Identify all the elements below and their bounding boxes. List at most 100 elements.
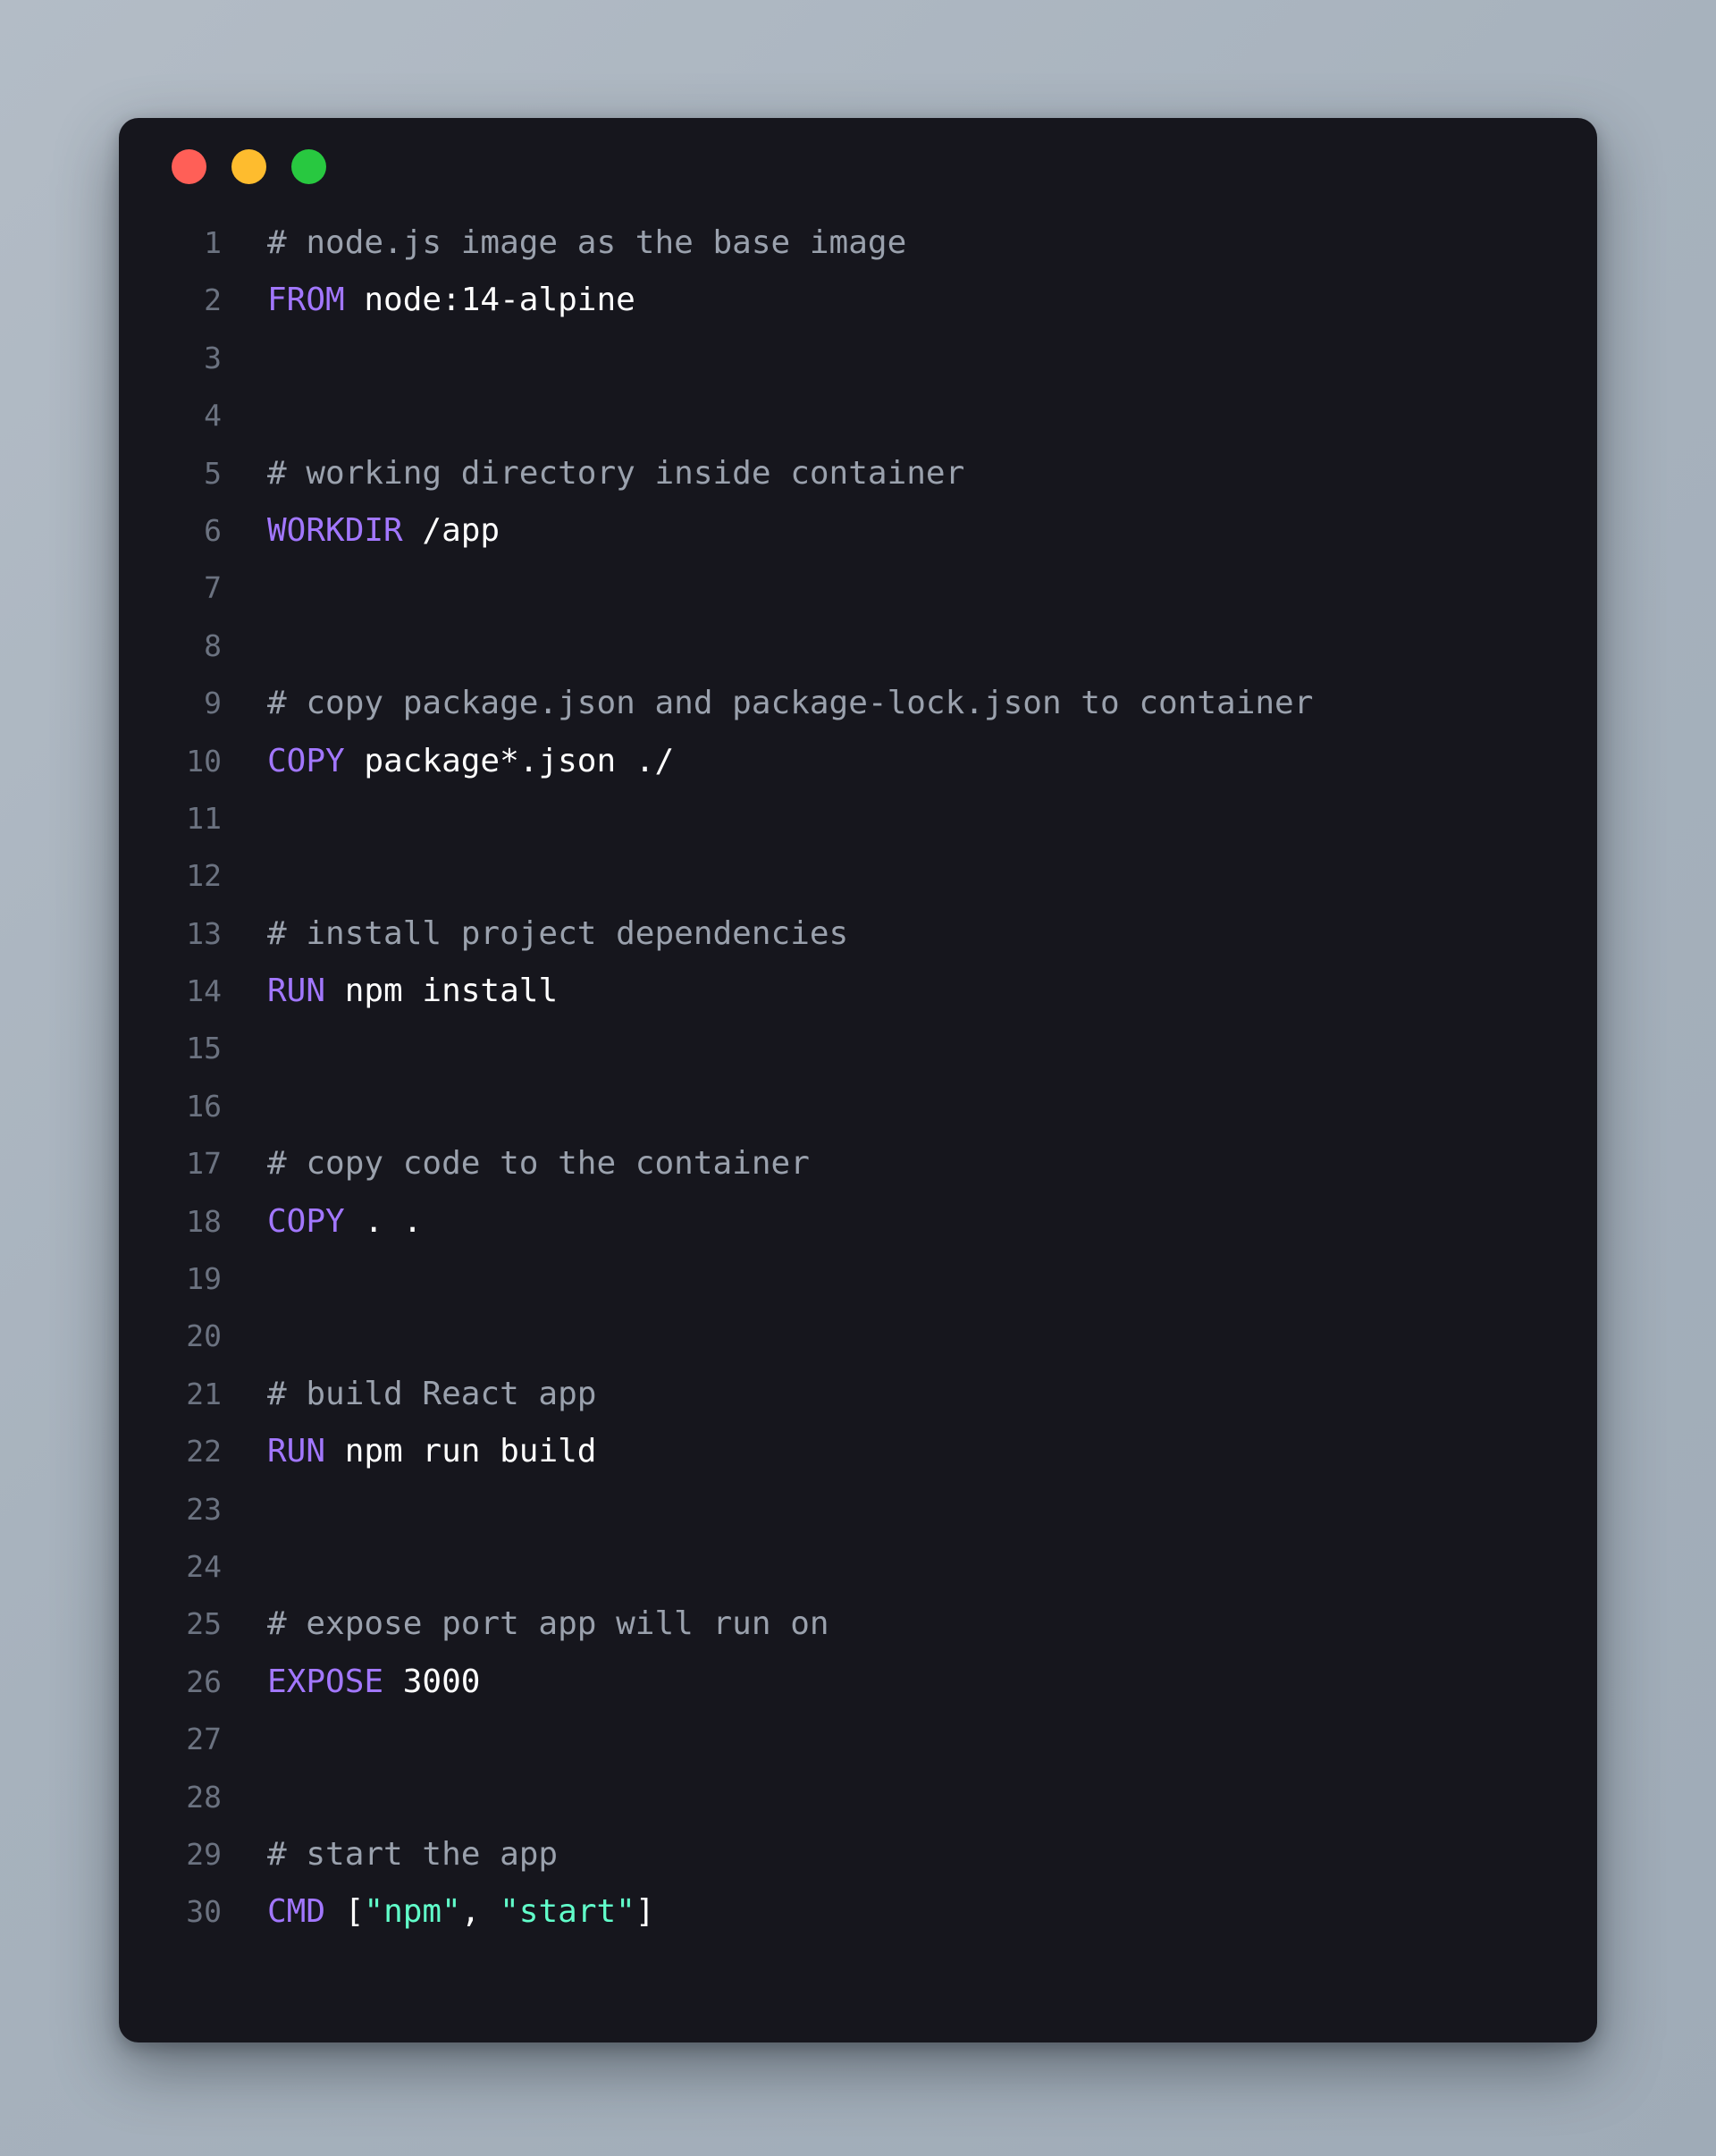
token-string: "start" (500, 1893, 635, 1931)
token-comment: # expose port app will run on (267, 1605, 829, 1643)
code-line-text: CMD ["npm", "start"] (222, 1883, 655, 1941)
line-number: 5 (204, 455, 222, 491)
code-line: 6 WORKDIR /app (119, 502, 1597, 560)
line-number: 2 (204, 282, 222, 318)
code-line: 13 # install project dependencies (119, 905, 1597, 963)
minimize-button[interactable] (231, 148, 266, 184)
token-string: "npm" (364, 1893, 461, 1931)
maximize-button[interactable] (291, 148, 326, 184)
code-line-text: # install project dependencies (222, 905, 848, 963)
token-plain: package*.json ./ (344, 742, 675, 779)
line-number: 9 (204, 686, 222, 721)
line-number: 21 (186, 1376, 222, 1411)
code-line-text: COPY . . (222, 1193, 422, 1251)
line-number: 26 (186, 1663, 222, 1699)
code-line-text: WORKDIR /app (222, 502, 500, 560)
line-number: 25 (186, 1606, 222, 1642)
token-plain: /app (402, 511, 500, 549)
code-line-text: # build React app (222, 1366, 596, 1423)
code-line: 26 EXPOSE 3000 (119, 1654, 1597, 1711)
code-line: 20 (119, 1308, 1597, 1365)
code-line-text: # working directory inside container (222, 445, 964, 502)
token-plain: . . (344, 1202, 423, 1240)
line-number: 20 (186, 1318, 222, 1354)
token-keyword: CMD (267, 1893, 326, 1931)
token-plain: node:14-alpine (344, 282, 635, 319)
token-keyword: COPY (267, 742, 345, 779)
token-keyword: COPY (267, 1202, 345, 1240)
token-comment: # install project dependencies (267, 914, 849, 952)
code-line: 27 (119, 1711, 1597, 1768)
code-line: 14 RUN npm install (119, 963, 1597, 1020)
code-line: 2 FROM node:14-alpine (119, 272, 1597, 329)
token-punct: ] (635, 1893, 655, 1931)
code-line: 8 (119, 618, 1597, 675)
line-number: 4 (204, 398, 222, 434)
line-number: 30 (186, 1894, 222, 1930)
token-punct: , (460, 1893, 500, 1931)
code-line-text: # copy package.json and package-lock.jso… (222, 675, 1313, 732)
line-number: 27 (186, 1722, 222, 1757)
line-number: 8 (204, 627, 222, 663)
line-number: 1 (204, 225, 222, 260)
code-line: 25 # expose port app will run on (119, 1596, 1597, 1653)
code-line-text: # copy code to the container (222, 1135, 810, 1192)
code-line: 9 # copy package.json and package-lock.js… (119, 675, 1597, 732)
code-line-text: # start the app (222, 1826, 558, 1883)
code-editor[interactable]: 1 # node.js image as the base image 2 FROM … (119, 215, 1597, 1941)
line-number: 24 (186, 1548, 222, 1584)
code-line: 17 # copy code to the container (119, 1135, 1597, 1192)
code-line: 19 (119, 1251, 1597, 1308)
line-number: 7 (204, 570, 222, 606)
code-line: 24 (119, 1538, 1597, 1596)
code-line: 12 (119, 847, 1597, 905)
code-line: 16 (119, 1078, 1597, 1135)
code-line-text: RUN npm install (222, 963, 558, 1020)
code-line: 21 # build React app (119, 1366, 1597, 1423)
line-number: 6 (204, 512, 222, 548)
code-snippet-card: 1 # node.js image as the base image 2 FROM … (119, 118, 1597, 2042)
code-line-text: RUN npm run build (222, 1423, 596, 1480)
token-comment: # working directory inside container (267, 454, 965, 492)
code-line: 5 # working directory inside container (119, 445, 1597, 502)
token-comment: # copy package.json and package-lock.jso… (267, 685, 1314, 722)
window-titlebar (119, 118, 1597, 215)
code-line: 7 (119, 560, 1597, 617)
token-comment: # build React app (267, 1375, 597, 1412)
line-number: 19 (186, 1261, 222, 1297)
token-comment: # node.js image as the base image (267, 224, 907, 261)
code-line-text: EXPOSE 3000 (222, 1654, 480, 1711)
token-comment: # copy code to the container (267, 1145, 810, 1183)
close-button[interactable] (172, 148, 206, 184)
line-number: 28 (186, 1779, 222, 1815)
code-line: 15 (119, 1020, 1597, 1077)
code-line: 22 RUN npm run build (119, 1423, 1597, 1480)
code-line: 18 COPY . . (119, 1193, 1597, 1251)
code-line: 30 CMD ["npm", "start"] (119, 1883, 1597, 1941)
token-plain: npm run build (325, 1433, 597, 1470)
token-keyword: RUN (267, 1433, 326, 1470)
code-line: 3 (119, 330, 1597, 387)
code-line: 28 (119, 1769, 1597, 1826)
code-line: 1 # node.js image as the base image (119, 215, 1597, 272)
code-line-text: FROM node:14-alpine (222, 272, 635, 329)
token-keyword: WORKDIR (267, 511, 403, 549)
line-number: 14 (186, 973, 222, 1009)
token-plain: 3000 (383, 1663, 481, 1700)
code-line: 4 (119, 387, 1597, 444)
token-punct: [ (325, 1893, 365, 1931)
line-number: 17 (186, 1146, 222, 1182)
code-line: 23 (119, 1481, 1597, 1538)
line-number: 15 (186, 1031, 222, 1066)
line-number: 11 (186, 800, 222, 836)
token-keyword: EXPOSE (267, 1663, 384, 1700)
code-line: 29 # start the app (119, 1826, 1597, 1883)
code-line: 11 (119, 790, 1597, 847)
line-number: 29 (186, 1836, 222, 1872)
line-number: 16 (186, 1088, 222, 1124)
line-number: 18 (186, 1203, 222, 1239)
code-line-text: COPY package*.json ./ (222, 733, 674, 790)
line-number: 13 (186, 915, 222, 951)
token-keyword: RUN (267, 973, 326, 1010)
line-number: 23 (186, 1491, 222, 1527)
